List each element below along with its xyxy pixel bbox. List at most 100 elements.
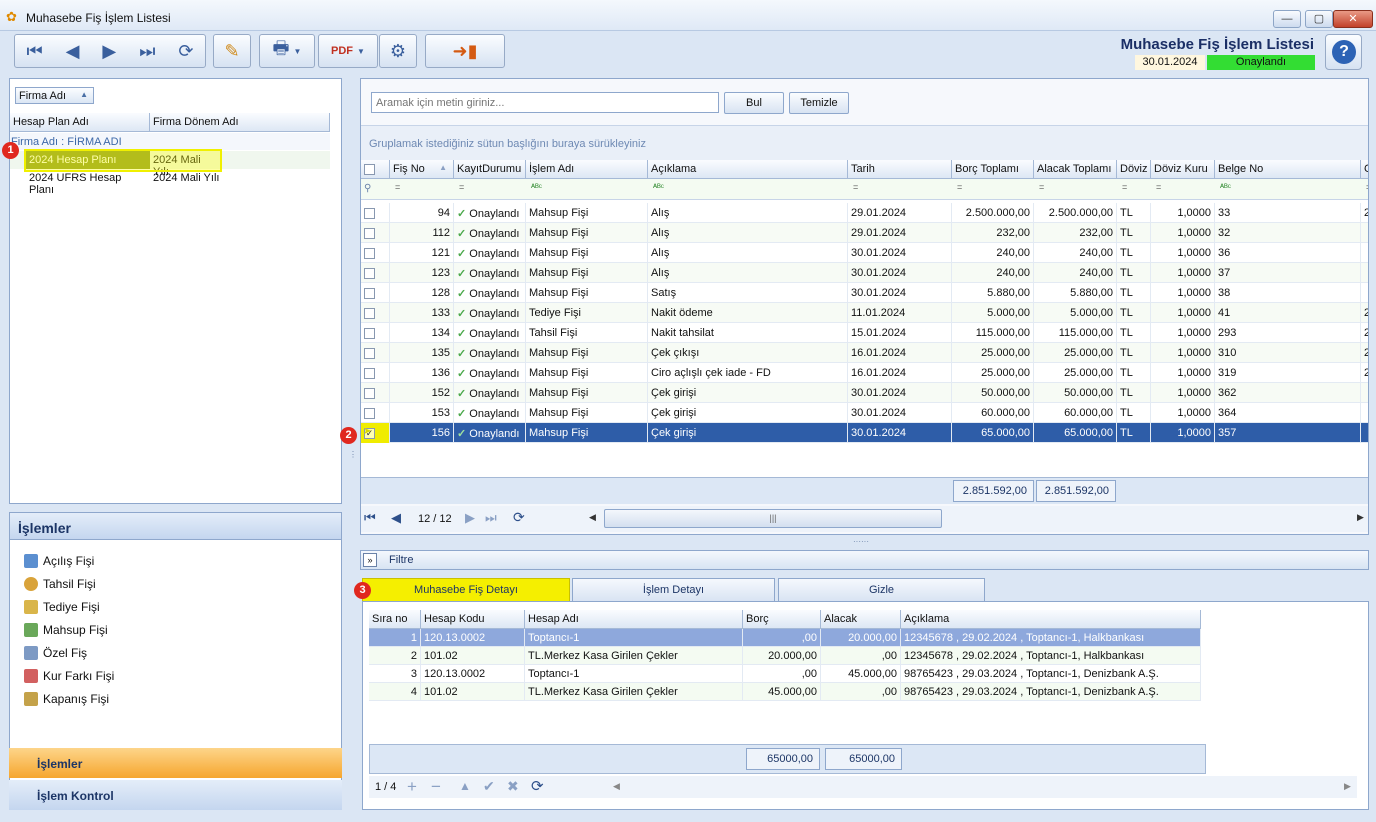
row-select-cell[interactable] (361, 203, 390, 223)
table-row[interactable]: 94 ✓ Onaylandı Mahsup Fişi Alış 29.01.2024 2.… (361, 203, 1368, 223)
export-pdf-button[interactable]: PDF ▼ (318, 34, 378, 68)
detail-col-header[interactable]: Açıklama (901, 610, 1201, 629)
tab-muhasebe-fis-detayi[interactable]: Muhasebe Fiş Detayı (362, 578, 570, 601)
refresh-icon[interactable]: ⟳ (178, 41, 193, 62)
first-record-icon[interactable]: ⏮ (26, 41, 42, 62)
row-checkbox[interactable] (364, 367, 375, 379)
row-select-cell[interactable] (361, 343, 390, 363)
filter-bar[interactable]: » Filtre (360, 550, 1369, 570)
row-select-cell[interactable] (361, 263, 390, 283)
select-all-header[interactable] (361, 160, 390, 179)
minimize-button[interactable]: — (1273, 10, 1301, 28)
settings-button[interactable]: ⚙ (379, 34, 417, 68)
nav-islemler[interactable]: İşlemler (9, 748, 342, 778)
move-up-icon[interactable]: ▲ (459, 779, 471, 793)
text-filter-icon[interactable]: ᴬᴮᶜ (1220, 182, 1231, 192)
exit-button[interactable]: ➜▮ (425, 34, 505, 68)
table-row[interactable]: ✓ 156 ✓ Onaylandı Mahsup Fişi Çek girişi 30.0… (361, 423, 1368, 443)
table-row[interactable]: 3 120.13.0002 Toptancı-1,00 45.000,00 987654… (369, 665, 1201, 683)
row-checkbox[interactable] (364, 307, 375, 319)
maximize-button[interactable]: ▢ (1305, 10, 1333, 28)
table-row[interactable]: 152 ✓ Onaylandı Mahsup Fişi Çek girişi 30.01… (361, 383, 1368, 403)
remove-icon[interactable]: − (431, 777, 441, 797)
clear-button[interactable]: Temizle (789, 92, 849, 114)
row-select-cell[interactable] (361, 283, 390, 303)
table-row[interactable]: 123 ✓ Onaylandı Mahsup Fişi Alış 30.01.2024 2… (361, 263, 1368, 283)
menu-tediye-fisi[interactable]: Tediye Fişi (24, 598, 100, 616)
close-button[interactable]: ✕ (1333, 10, 1373, 28)
grid-col-header[interactable]: Döviz (1117, 160, 1151, 179)
equals-filter-icon[interactable]: = (1156, 182, 1161, 192)
table-row[interactable]: 2 101.02 TL.Merkez Kasa Girilen Çekler 20.0… (369, 647, 1201, 665)
confirm-icon[interactable]: ✔ (483, 778, 495, 795)
menu-mahsup-fisi[interactable]: Mahsup Fişi (24, 621, 108, 639)
refresh-icon[interactable]: ⟳ (513, 509, 525, 526)
grid-col-header[interactable]: Borç Toplamı (952, 160, 1034, 179)
row-select-cell[interactable] (361, 223, 390, 243)
grid-col-header[interactable]: Belge No (1215, 160, 1361, 179)
col-hesap-plan-adi[interactable]: Hesap Plan Adı (10, 113, 150, 132)
equals-filter-icon[interactable]: = (459, 182, 464, 192)
grid-col-header[interactable]: Tarih (848, 160, 952, 179)
horizontal-scrollbar-thumb[interactable]: ||| (604, 509, 942, 528)
search-input[interactable] (371, 92, 719, 113)
row-select-cell[interactable] (361, 243, 390, 263)
table-row[interactable]: 135 ✓ Onaylandı Mahsup Fişi Çek çıkışı 16.01… (361, 343, 1368, 363)
select-all-checkbox[interactable] (364, 163, 375, 175)
group-drop-area[interactable]: Gruplamak istediğiniz sütun başlığını bu… (361, 125, 1368, 161)
text-filter-icon[interactable]: ᴬᴮᶜ (531, 182, 542, 192)
list-item[interactable]: 2024 UFRS Hesap Planı 2024 Mali Yılı (10, 169, 330, 196)
text-filter-icon[interactable]: ᴬᴮᶜ (653, 182, 664, 192)
scroll-right-icon[interactable]: ▶ (1357, 512, 1364, 523)
add-icon[interactable]: + (407, 777, 417, 797)
next-page-icon[interactable]: ▶ (465, 510, 475, 526)
next-record-icon[interactable]: ▶ (102, 41, 116, 62)
table-row[interactable]: 121 ✓ Onaylandı Mahsup Fişi Alış 30.01.2024 2… (361, 243, 1368, 263)
equals-filter-icon[interactable]: = (1122, 182, 1127, 192)
row-checkbox[interactable] (364, 247, 375, 259)
row-select-cell[interactable] (361, 363, 390, 383)
menu-acilis-fisi[interactable]: Açılış Fişi (24, 552, 94, 570)
detail-col-header[interactable]: Hesap Kodu (421, 610, 525, 629)
row-checkbox[interactable] (364, 267, 375, 279)
equals-filter-icon[interactable]: = (853, 182, 858, 192)
refresh-icon[interactable]: ⟳ (531, 777, 544, 795)
equals-filter-icon[interactable]: = (1366, 182, 1368, 192)
row-select-cell[interactable] (361, 403, 390, 423)
collapse-icon[interactable]: » (363, 553, 377, 567)
print-button[interactable]: 🖶 ▼ (259, 34, 315, 68)
grid-col-header[interactable]: Fiş No ▲ (390, 160, 454, 179)
row-select-cell[interactable] (361, 303, 390, 323)
table-row[interactable]: 128 ✓ Onaylandı Mahsup Fişi Satış 30.01.2024… (361, 283, 1368, 303)
menu-ozel-fis[interactable]: Özel Fiş (24, 644, 87, 662)
find-button[interactable]: Bul (724, 92, 784, 114)
horizontal-splitter[interactable]: ······ (853, 537, 869, 546)
row-select-cell[interactable] (361, 383, 390, 403)
row-checkbox[interactable] (364, 347, 375, 359)
help-button[interactable]: ? (1325, 34, 1362, 70)
grid-col-header[interactable]: Alacak Toplamı (1034, 160, 1117, 179)
cancel-icon[interactable]: ✖ (507, 778, 519, 795)
row-checkbox[interactable] (364, 287, 375, 299)
table-row[interactable]: 134 ✓ Onaylandı Tahsil Fişi Nakit tahsilat 1… (361, 323, 1368, 343)
table-row[interactable]: 153 ✓ Onaylandı Mahsup Fişi Çek girişi 30.01… (361, 403, 1368, 423)
table-row[interactable]: 4 101.02 TL.Merkez Kasa Girilen Çekler 45.0… (369, 683, 1201, 701)
grid-col-header[interactable]: Döviz Kuru (1151, 160, 1215, 179)
scroll-left-icon[interactable]: ◀ (613, 781, 620, 792)
row-checkbox[interactable] (364, 387, 375, 399)
previous-record-icon[interactable]: ◀ (66, 41, 80, 62)
menu-kapanis-fisi[interactable]: Kapanış Fişi (24, 690, 109, 708)
grid-col-header[interactable]: KayıtDurumu (454, 160, 526, 179)
tab-islem-detayi[interactable]: İşlem Detayı (572, 578, 775, 601)
table-row[interactable]: 1 120.13.0002 Toptancı-1,00 20.000,00 123456… (369, 629, 1201, 647)
first-page-icon[interactable]: ⏮ (364, 510, 376, 526)
row-checkbox[interactable] (364, 327, 375, 339)
tab-gizle[interactable]: Gizle (778, 578, 985, 601)
filter-row[interactable]: ⚲ (361, 179, 1368, 200)
row-checkbox[interactable] (364, 227, 375, 239)
grid-col-header[interactable]: C (1361, 160, 1368, 179)
equals-filter-icon[interactable]: = (957, 182, 962, 192)
splitter-handle[interactable]: ⋮ (349, 450, 357, 459)
col-firma-donem-adi[interactable]: Firma Dönem Adı (150, 113, 330, 132)
equals-filter-icon[interactable]: = (395, 182, 400, 192)
